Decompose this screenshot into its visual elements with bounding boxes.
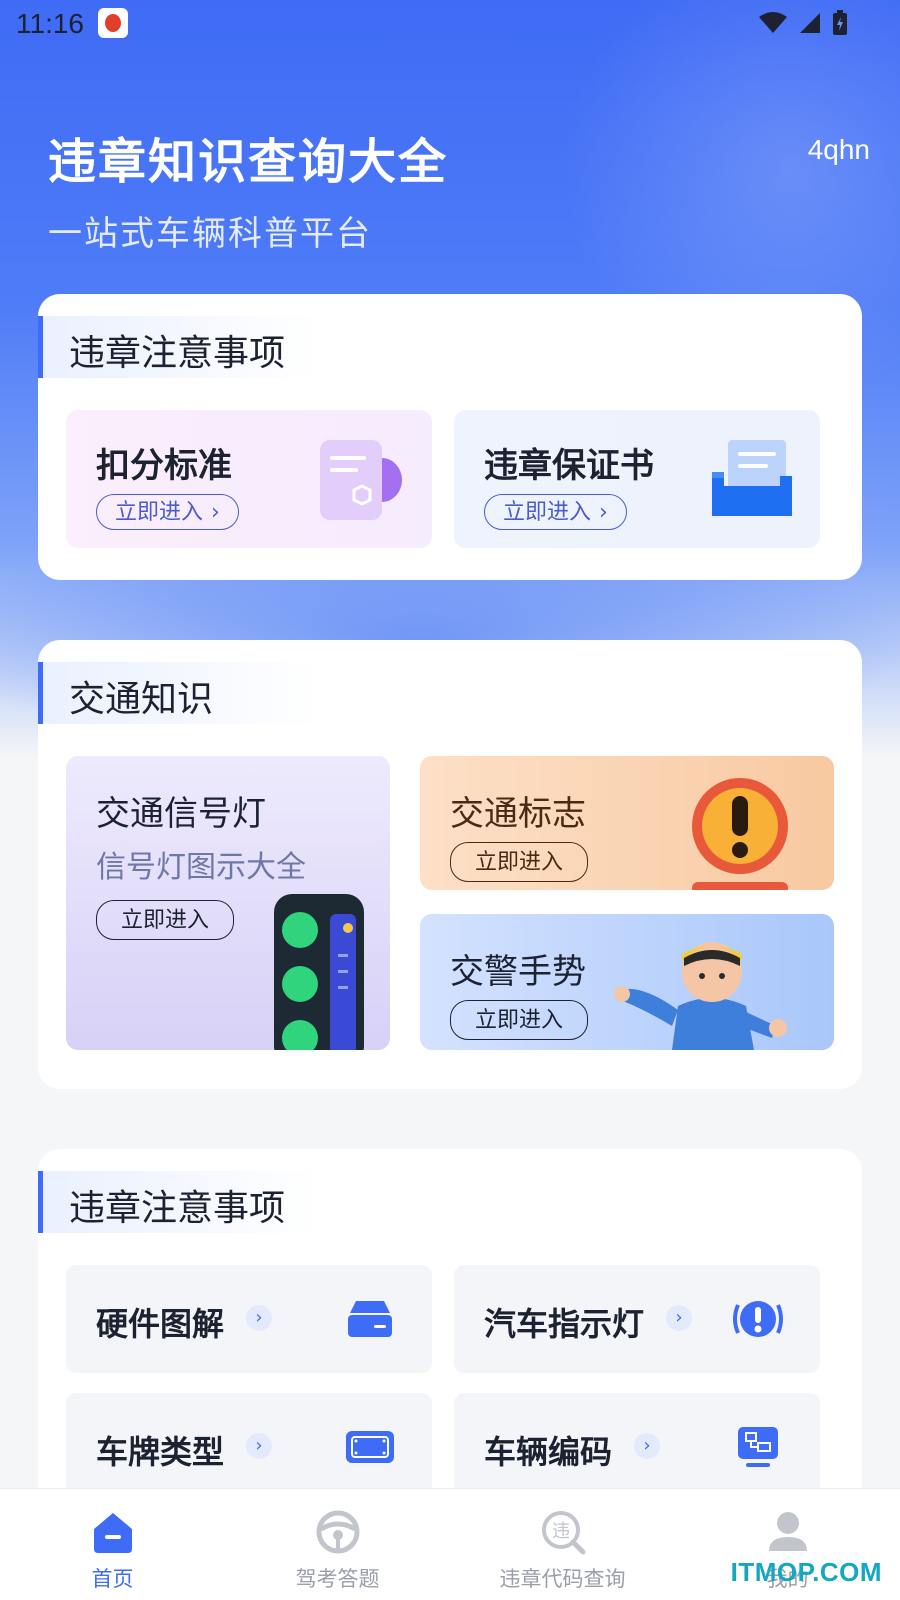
tile-title: 汽车指示灯 (484, 1305, 645, 1343)
nav-label: 驾考答题 (295, 1567, 380, 1591)
enter-button[interactable]: 立即进入 › (484, 494, 627, 530)
traffic-knowledge-card: 交通知识 交通信号灯 信号灯图示大全 立即进入 交通标志 立即进入 交警手势 立… (38, 640, 862, 1089)
tile-title: 交通信号灯 (96, 794, 266, 834)
violation-notes-card-2: 违章注意事项 硬件图解 › 汽车指示灯 › 车牌类型 › 车辆编码 › (38, 1149, 862, 1529)
traffic-sign-tile[interactable]: 交通标志 立即进入 (420, 756, 834, 890)
deduct-standard-tile[interactable]: 扣分标准 立即进入 › (66, 410, 432, 548)
traffic-signal-tile[interactable]: 交通信号灯 信号灯图示大全 立即进入 (66, 756, 390, 1050)
section-title: 违章注意事项 (69, 1188, 286, 1229)
app-title: 违章知识查询大全 (48, 134, 449, 190)
nav-home[interactable]: 首页 (0, 1489, 225, 1600)
warning-sign-icon (692, 778, 788, 890)
svg-text:违: 违 (552, 1521, 570, 1542)
code-icon (738, 1427, 778, 1467)
tile-title: 车牌类型 (96, 1433, 225, 1471)
document-icon (320, 440, 402, 520)
license-plate-type-tile[interactable]: 车牌类型 › (66, 1393, 432, 1501)
section-title: 违章注意事项 (69, 333, 286, 374)
chevron-right-icon: › (246, 1433, 272, 1459)
section-header: 违章注意事项 (38, 1171, 318, 1233)
car-indicator-tile[interactable]: 汽车指示灯 › (454, 1265, 820, 1373)
enter-button[interactable]: 立即进入 › (96, 494, 239, 530)
app-notification-icon (98, 8, 128, 38)
tile-title: 扣分标准 (96, 446, 232, 486)
app-subtitle: 一站式车辆科普平台 (48, 214, 372, 254)
nav-driving-quiz[interactable]: 驾考答题 (225, 1489, 450, 1600)
chevron-right-icon: › (246, 1305, 272, 1331)
chevron-right-icon: › (634, 1433, 660, 1459)
home-icon (93, 1513, 132, 1553)
user-icon (768, 1512, 807, 1551)
tile-description: 信号灯图示大全 (96, 850, 306, 885)
watermark: ITMOP.COM (730, 1557, 882, 1587)
enter-button[interactable]: 立即进入 (96, 900, 235, 940)
chevron-right-icon: › (211, 499, 220, 525)
chevron-right-icon: › (599, 499, 608, 525)
wifi-icon (759, 12, 787, 33)
section-title: 交通知识 (69, 679, 214, 720)
status-time: 11:16 (16, 8, 84, 39)
chevron-right-icon: › (666, 1305, 692, 1331)
traffic-light-icon (274, 894, 364, 1050)
police-figure-icon (614, 942, 787, 1050)
steering-wheel-icon (316, 1510, 359, 1554)
license-plate-icon (346, 1431, 394, 1463)
tile-title: 硬件图解 (96, 1305, 225, 1343)
tile-title: 车辆编码 (484, 1433, 613, 1471)
tile-title: 交警手势 (450, 952, 586, 992)
violation-notes-card: 违章注意事项 扣分标准 立即进入 › 违章保证书 立即进入 › (38, 294, 862, 580)
corner-code: 4qhn (807, 134, 870, 165)
enter-button[interactable]: 立即进入 (450, 1000, 589, 1040)
document-tray-icon (712, 440, 792, 516)
nav-label: 首页 (91, 1567, 134, 1591)
section-header: 交通知识 (38, 662, 318, 724)
tile-title: 违章保证书 (484, 446, 654, 486)
hardware-diagram-tile[interactable]: 硬件图解 › (66, 1265, 432, 1373)
police-gesture-tile[interactable]: 交警手势 立即进入 (420, 914, 834, 1050)
section-header: 违章注意事项 (38, 316, 318, 378)
hardware-icon (348, 1301, 392, 1337)
enter-button[interactable]: 立即进入 (450, 842, 589, 882)
vehicle-code-tile[interactable]: 车辆编码 › (454, 1393, 820, 1501)
nav-violation-code[interactable]: 违 违章代码查询 (450, 1489, 675, 1600)
nav-label: 违章代码查询 (499, 1567, 626, 1591)
violation-pledge-tile[interactable]: 违章保证书 立即进入 › (454, 410, 820, 548)
battery-icon (833, 10, 847, 35)
violation-search-icon: 违 (541, 1511, 585, 1555)
status-bar: 11:16 (0, 0, 900, 48)
tile-title: 交通标志 (450, 794, 586, 834)
alert-light-icon (733, 1301, 783, 1337)
signal-icon (800, 13, 820, 33)
